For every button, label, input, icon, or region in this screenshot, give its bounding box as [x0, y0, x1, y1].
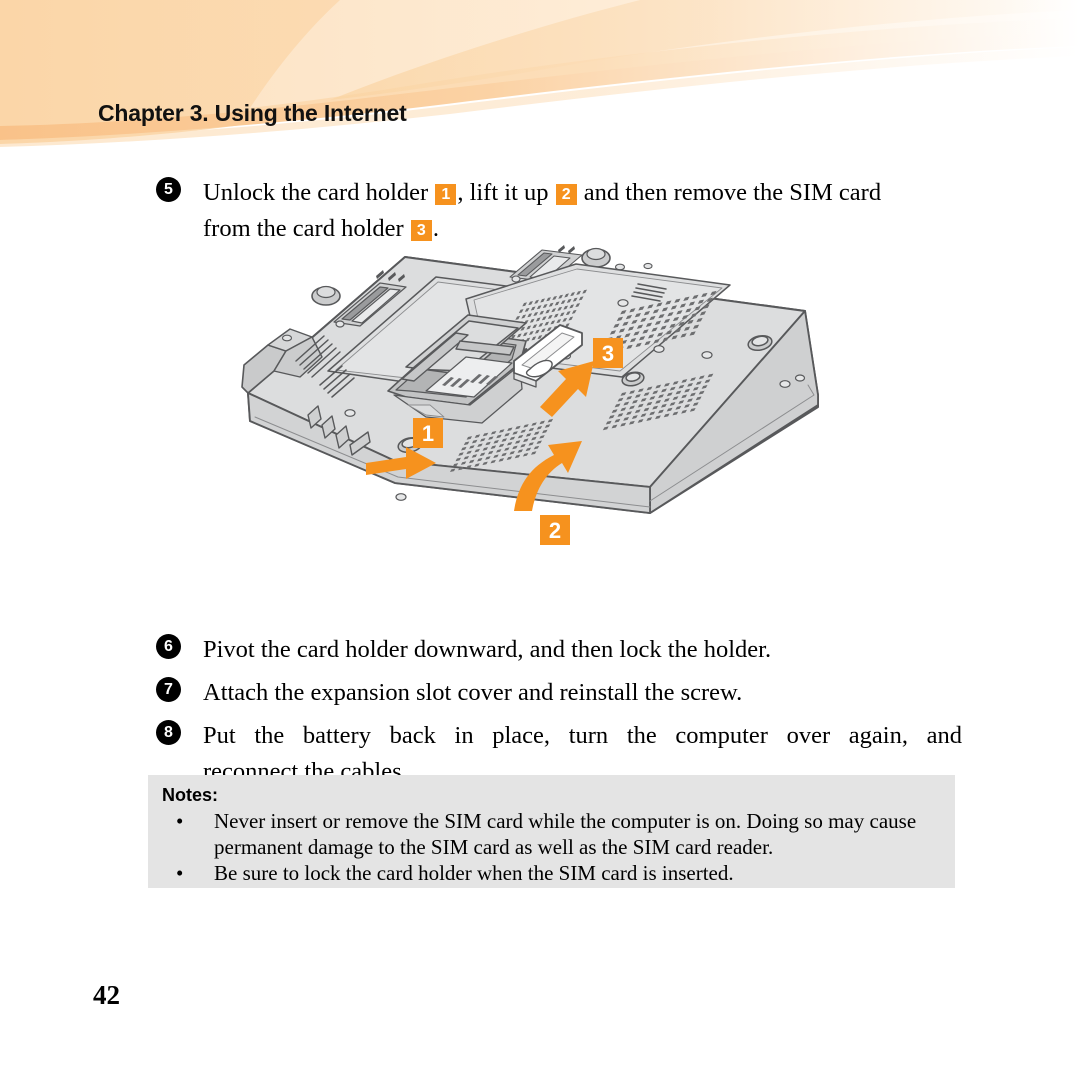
step-text-part: and then remove the SIM card — [577, 179, 882, 206]
step-item-5: 5 Unlock the card holder 1, lift it up 2… — [148, 175, 962, 247]
step-number-badge: 7 — [156, 677, 181, 702]
step-text-line: Put the battery back in place, turn the … — [203, 722, 962, 749]
figure-callout-1: 1 — [413, 418, 443, 448]
bullet-icon: • — [176, 809, 184, 833]
step-text: Unlock the card holder 1, lift it up 2 a… — [203, 175, 962, 247]
inline-callout-badge-2: 2 — [555, 184, 577, 205]
notes-box: Notes: • Never insert or remove the SIM … — [148, 775, 955, 888]
page-number: 42 — [93, 980, 120, 1010]
step-number-badge: 8 — [156, 720, 181, 745]
step-number-badge: 5 — [156, 177, 181, 202]
svg-text:2: 2 — [549, 518, 561, 543]
note-list-item: • Never insert or remove the SIM card wh… — [162, 808, 941, 860]
step-item-7: 7 Attach the expansion slot cover and re… — [148, 675, 962, 711]
svg-text:3: 3 — [602, 341, 614, 366]
laptop-bottom-illustration: 1 2 3 — [230, 245, 830, 600]
notes-title: Notes: — [162, 785, 219, 805]
page-title: Chapter 3. Using the Internet — [98, 100, 407, 126]
step-number-badge: 6 — [156, 634, 181, 659]
figure-callout-3: 3 — [593, 338, 623, 368]
inline-callout-badge-3: 3 — [410, 220, 432, 241]
step-text-part: . — [432, 215, 439, 242]
note-text: Be sure to lock the card holder when the… — [214, 861, 734, 885]
bullet-icon: • — [176, 861, 184, 885]
note-text: Never insert or remove the SIM card whil… — [214, 809, 917, 859]
step-item-6: 6 Pivot the card holder downward, and th… — [148, 632, 962, 668]
note-list-item: • Be sure to lock the card holder when t… — [162, 860, 941, 886]
header-swoosh-graphic — [0, 0, 1080, 147]
step-text: Pivot the card holder downward, and then… — [203, 636, 772, 663]
step-text-part: Unlock the card holder — [203, 179, 435, 206]
svg-text:1: 1 — [422, 421, 434, 446]
step-text-part: from the card holder — [203, 215, 410, 242]
laptop-figure-svg: 1 2 3 — [241, 245, 819, 545]
step-text: Attach the expansion slot cover and rein… — [203, 679, 743, 706]
step-text-part: , lift it up — [457, 179, 555, 206]
page-header-banner: Chapter 3. Using the Internet — [0, 0, 1080, 150]
figure-callout-2: 2 — [540, 515, 570, 545]
inline-callout-badge-1: 1 — [435, 184, 457, 205]
main-content: 5 Unlock the card holder 1, lift it up 2… — [0, 150, 1080, 790]
